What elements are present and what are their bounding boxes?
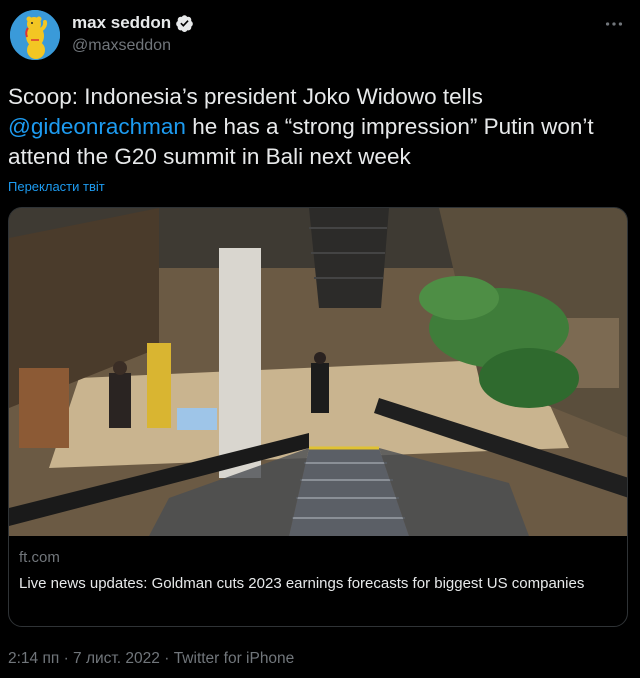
mention-link[interactable]: @gideonrachman — [8, 114, 186, 139]
tweet-meta: 2:14 пп · 7 лист. 2022 · Twitter for iPh… — [8, 650, 294, 668]
tweet-date[interactable]: 7 лист. 2022 — [73, 650, 160, 667]
tweet: max seddon @maxseddon Scoop: Indonesia’s… — [0, 0, 640, 678]
tweet-source[interactable]: Twitter for iPhone — [174, 650, 295, 667]
meta-separator: · — [159, 650, 174, 667]
avatar[interactable] — [10, 10, 60, 60]
tweet-text-part1: Scoop: Indonesia’s president Joko Widowo… — [8, 84, 483, 109]
meta-separator: · — [59, 650, 74, 667]
card-image — [9, 208, 627, 536]
card-title: Live news updates: Goldman cuts 2023 ear… — [19, 575, 585, 592]
display-name[interactable]: max seddon — [72, 13, 171, 33]
translate-link[interactable]: Перекласти твіт — [8, 179, 105, 194]
mall-escalator-image — [9, 208, 627, 536]
name-row: max seddon — [72, 13, 194, 33]
bear-avatar-icon — [10, 10, 60, 60]
more-options-icon[interactable] — [602, 12, 626, 36]
link-card[interactable]: ft.com Live news updates: Goldman cuts 2… — [8, 207, 628, 627]
tweet-time[interactable]: 2:14 пп — [8, 650, 59, 667]
verified-badge-icon — [175, 14, 194, 33]
handle[interactable]: @maxseddon — [72, 37, 171, 55]
tweet-text: Scoop: Indonesia’s president Joko Widowo… — [8, 82, 628, 172]
card-domain: ft.com — [19, 549, 60, 566]
